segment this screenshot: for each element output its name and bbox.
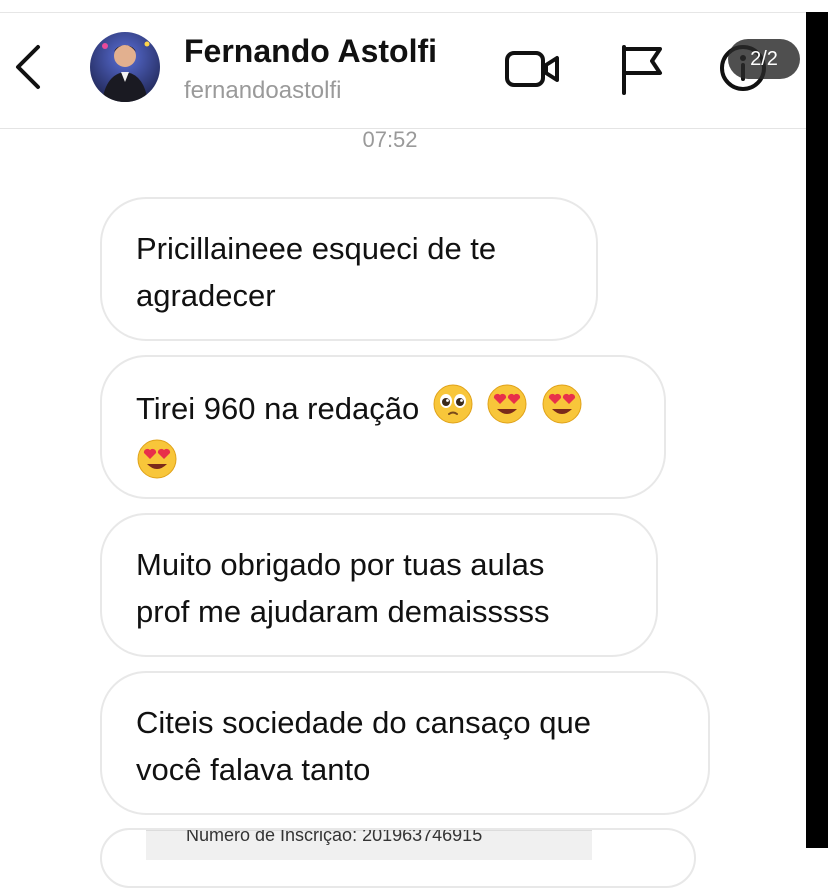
report-button[interactable]	[618, 43, 666, 95]
back-button[interactable]	[12, 43, 46, 91]
message-bubble[interactable]: Tirei 960 na redação	[100, 355, 666, 499]
heart-eyes-emoji-icon	[136, 438, 178, 493]
message-text-line: você falava tanto	[136, 752, 371, 787]
message-text-line: prof me ajudaram demaisssss	[136, 594, 550, 629]
attachment-text: Número de Inscrição: 201963746915	[186, 828, 483, 845]
message-bubble[interactable]: Citeis sociedade do cansaço que você fal…	[100, 671, 710, 815]
heart-eyes-emoji-icon	[541, 383, 583, 438]
screen-edge-bar	[806, 12, 828, 848]
message-text-line: Pricillaineee esqueci de te	[136, 231, 497, 266]
image-message-bubble[interactable]: Número de Inscrição: 201963746915	[100, 828, 696, 888]
video-camera-icon	[505, 51, 559, 87]
heart-eyes-emoji-icon	[486, 383, 528, 438]
chevron-left-icon	[16, 45, 40, 89]
message-bubble[interactable]: Muito obrigado por tuas aulas prof me aj…	[100, 513, 658, 657]
message-text-line: Tirei 960 na redação	[136, 391, 420, 426]
flag-icon	[622, 45, 662, 95]
contact-name: Fernando Astolfi	[184, 33, 438, 69]
avatar[interactable]	[90, 32, 160, 102]
message-text-line: agradecer	[136, 278, 276, 313]
message-text-line: Muito obrigado por tuas aulas	[136, 547, 545, 582]
page-indicator-badge: 2/2	[728, 39, 800, 79]
attachment-preview: Número de Inscrição: 201963746915	[146, 830, 592, 860]
message-bubble[interactable]: Pricillaineee esqueci de te agradecer	[100, 197, 598, 341]
chat-header: Fernando Astolfi fernandoastolfi 2/2	[0, 13, 806, 129]
message-timestamp: 07:52	[362, 127, 418, 152]
message-text-line: Citeis sociedade do cansaço que	[136, 705, 591, 740]
contact-username: fernandoastolfi	[184, 77, 342, 104]
pleading-face-emoji-icon	[432, 383, 474, 438]
video-call-button[interactable]	[504, 47, 562, 91]
profile-photo	[90, 32, 160, 102]
